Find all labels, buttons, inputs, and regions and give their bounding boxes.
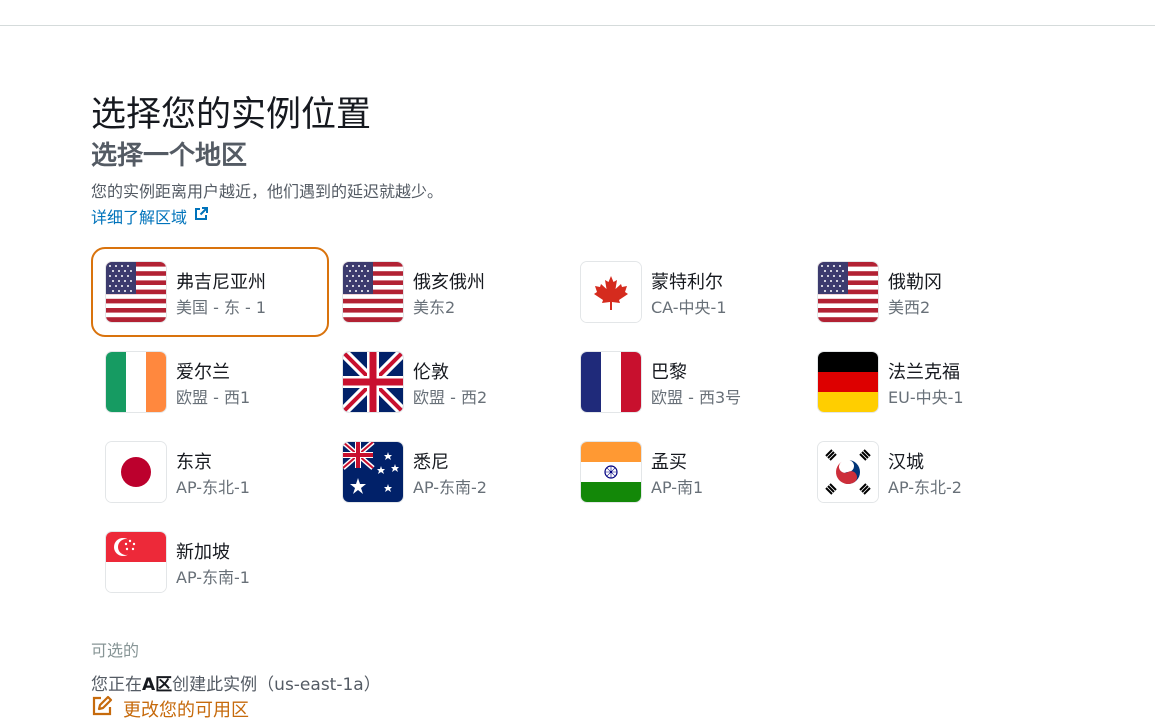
region-code: 美国 - 东 - 1 — [176, 298, 267, 317]
top-divider — [0, 25, 1155, 26]
singapore-flag-icon — [106, 532, 166, 592]
region-name: 俄亥俄州 — [413, 272, 485, 293]
section-subtitle: 选择一个地区 — [91, 141, 248, 171]
canada-flag-icon — [581, 262, 641, 322]
region-name: 新加坡 — [176, 542, 230, 563]
region-name: 蒙特利尔 — [651, 272, 723, 293]
region-name: 悉尼 — [413, 452, 449, 473]
region-code: 欧盟 - 西2 — [413, 388, 488, 407]
region-card-virginia[interactable]: 弗吉尼亚州 美国 - 东 - 1 — [91, 247, 329, 337]
region-code: 欧盟 - 西3号 — [651, 388, 742, 407]
region-name: 巴黎 — [651, 362, 687, 383]
region-card-singapore[interactable]: 新加坡 AP-东南-1 — [91, 517, 329, 607]
region-code: AP-东南-1 — [176, 568, 250, 587]
page-title: 选择您的实例位置 — [91, 95, 372, 135]
az-zone: A区 — [142, 675, 173, 695]
external-link-icon — [193, 206, 209, 226]
uk-flag-icon — [343, 352, 403, 412]
region-grid: 弗吉尼亚州 美国 - 东 - 1 俄亥俄州 美东2 蒙特利尔 CA-中央-1 俄… — [91, 247, 1051, 607]
region-name: 俄勒冈 — [888, 272, 942, 293]
description-text: 您的实例距离用户越近，他们遇到的延迟就越少。 — [91, 182, 444, 201]
australia-flag-icon — [343, 442, 403, 502]
region-name: 法兰克福 — [888, 362, 960, 383]
ireland-flag-icon — [106, 352, 166, 412]
change-availability-zone-link[interactable]: 更改您的可用区 — [91, 695, 249, 722]
change-az-label: 更改您的可用区 — [123, 699, 249, 721]
region-name: 东京 — [176, 452, 212, 473]
india-flag-icon — [581, 442, 641, 502]
france-flag-icon — [581, 352, 641, 412]
region-name: 爱尔兰 — [176, 362, 230, 383]
availability-zone-text: 您正在A区创建此实例（us-east-1a） — [91, 670, 381, 695]
korea-flag-icon — [818, 442, 878, 502]
region-card-seoul[interactable]: 汉城 AP-东北-2 — [803, 427, 1041, 517]
region-code: 美东2 — [413, 298, 456, 317]
region-code: AP-东北-1 — [176, 478, 250, 497]
region-name: 汉城 — [888, 452, 924, 473]
region-code: AP-东北-2 — [888, 478, 962, 497]
us-flag-icon — [106, 262, 166, 322]
region-card-ohio[interactable]: 俄亥俄州 美东2 — [328, 247, 566, 337]
edit-icon — [91, 695, 113, 722]
us-flag-icon — [818, 262, 878, 322]
az-prefix: 您正在 — [91, 675, 142, 695]
region-card-ireland[interactable]: 爱尔兰 欧盟 - 西1 — [91, 337, 329, 427]
region-card-paris[interactable]: 巴黎 欧盟 - 西3号 — [566, 337, 804, 427]
region-card-mumbai[interactable]: 孟买 AP-南1 — [566, 427, 804, 517]
region-card-london[interactable]: 伦敦 欧盟 - 西2 — [328, 337, 566, 427]
region-name: 孟买 — [651, 452, 687, 473]
region-code: 美西2 — [888, 298, 931, 317]
region-code: EU-中央-1 — [888, 388, 964, 407]
region-code: AP-东南-2 — [413, 478, 487, 497]
optional-label: 可选的 — [91, 641, 140, 660]
region-code: CA-中央-1 — [651, 298, 727, 317]
region-card-tokyo[interactable]: 东京 AP-东北-1 — [91, 427, 329, 517]
germany-flag-icon — [818, 352, 878, 412]
learn-regions-label: 详细了解区域 — [91, 208, 188, 227]
region-card-montreal[interactable]: 蒙特利尔 CA-中央-1 — [566, 247, 804, 337]
learn-regions-link[interactable]: 详细了解区域 — [91, 204, 209, 228]
az-suffix: 创建此实例（us-east-1a） — [172, 675, 381, 695]
region-name: 伦敦 — [413, 362, 449, 383]
region-card-oregon[interactable]: 俄勒冈 美西2 — [803, 247, 1041, 337]
region-card-frankfurt[interactable]: 法兰克福 EU-中央-1 — [803, 337, 1041, 427]
region-code: AP-南1 — [651, 478, 704, 497]
region-card-sydney[interactable]: 悉尼 AP-东南-2 — [328, 427, 566, 517]
region-code: 欧盟 - 西1 — [176, 388, 251, 407]
region-name: 弗吉尼亚州 — [176, 272, 266, 293]
us-flag-icon — [343, 262, 403, 322]
japan-flag-icon — [106, 442, 166, 502]
